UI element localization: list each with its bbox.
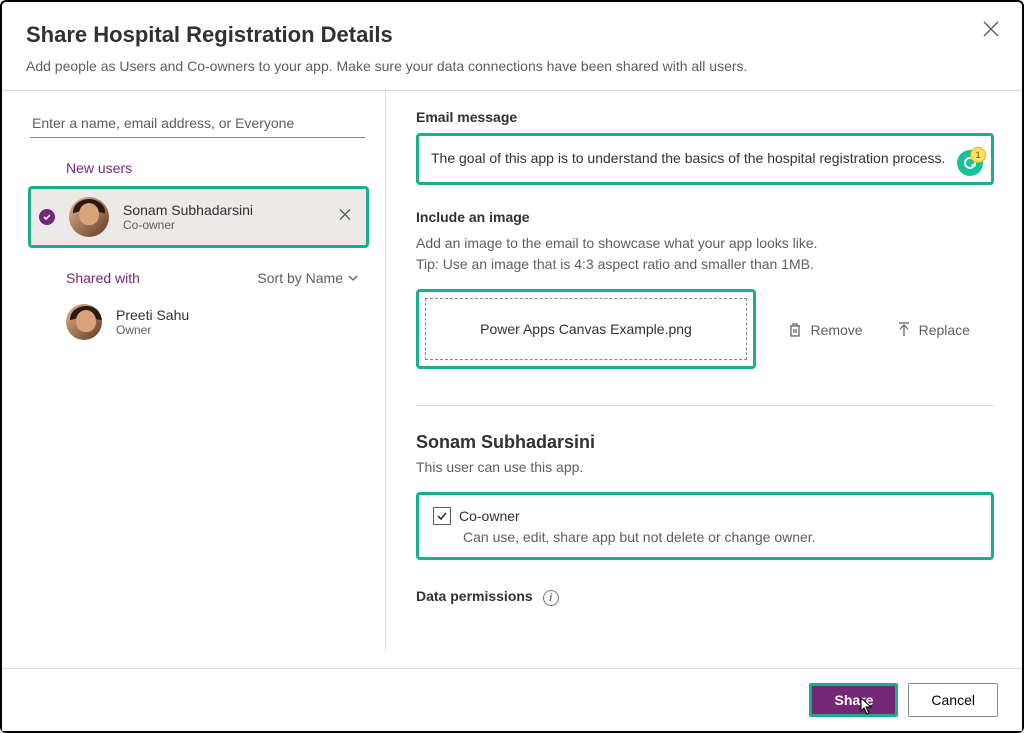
shared-with-row: Shared with Sort by Name [66, 270, 359, 286]
include-image-label: Include an image [416, 209, 994, 225]
email-message-text: The goal of this app is to understand th… [431, 150, 945, 166]
coowner-label: Co-owner [459, 508, 520, 524]
include-image-hint: Add an image to the email to showcase wh… [416, 233, 994, 275]
people-search-input[interactable] [30, 109, 365, 138]
avatar [66, 304, 102, 340]
user-name: Preeti Sahu [116, 307, 189, 323]
remove-user-button[interactable] [338, 208, 352, 227]
user-info: Sonam Subhadarsini Co-owner [123, 202, 253, 232]
right-panel: Email message The goal of this app is to… [386, 91, 1022, 651]
image-filename: Power Apps Canvas Example.png [480, 321, 692, 337]
selected-user-desc: This user can use this app. [416, 457, 994, 478]
share-button[interactable]: Share [809, 683, 898, 717]
owner-row[interactable]: Preeti Sahu Owner [66, 304, 369, 340]
user-role: Owner [116, 323, 189, 337]
new-users-label: New users [66, 160, 369, 176]
email-message-textarea[interactable]: The goal of this app is to understand th… [416, 133, 994, 185]
upload-icon [897, 322, 911, 338]
coowner-checkbox-row[interactable]: Co-owner [433, 507, 977, 525]
sort-dropdown[interactable]: Sort by Name [257, 270, 359, 286]
email-message-label: Email message [416, 109, 994, 125]
image-drop-wrapper: Power Apps Canvas Example.png [416, 289, 756, 369]
close-button[interactable] [982, 20, 1002, 40]
image-dropzone[interactable]: Power Apps Canvas Example.png [425, 298, 747, 360]
checkbox-checked-icon [433, 507, 451, 525]
sort-label-text: Sort by Name [257, 270, 343, 286]
coowner-description: Can use, edit, share app but not delete … [463, 529, 977, 545]
remove-image-button[interactable]: Remove [788, 322, 862, 338]
dialog-footer: Share Cancel [2, 668, 1022, 731]
dialog-body: New users Sonam Subhadarsini Co-owner Sh… [2, 91, 1022, 651]
info-icon[interactable]: i [543, 590, 559, 606]
replace-image-button[interactable]: Replace [897, 322, 970, 338]
grammarly-icon[interactable] [957, 150, 983, 176]
dialog-subtitle: Add people as Users and Co-owners to you… [26, 58, 998, 74]
user-info: Preeti Sahu Owner [116, 307, 189, 337]
dialog-header: Share Hospital Registration Details Add … [2, 2, 1022, 91]
shared-with-label: Shared with [66, 270, 140, 286]
user-name: Sonam Subhadarsini [123, 202, 253, 218]
left-panel: New users Sonam Subhadarsini Co-owner Sh… [2, 91, 386, 651]
coowner-permission-box: Co-owner Can use, edit, share app but no… [416, 492, 994, 560]
selected-user-heading: Sonam Subhadarsini [416, 432, 994, 453]
chevron-down-icon [347, 272, 359, 284]
trash-icon [788, 322, 802, 338]
user-role: Co-owner [123, 218, 253, 232]
divider [416, 405, 994, 406]
new-user-card[interactable]: Sonam Subhadarsini Co-owner [28, 186, 369, 248]
close-icon [338, 208, 352, 222]
close-icon [982, 20, 1000, 38]
selected-check-icon [39, 209, 55, 225]
cancel-button[interactable]: Cancel [908, 683, 998, 717]
image-actions: Remove Replace [788, 322, 970, 338]
data-permissions-label: Data permissions i [416, 588, 994, 606]
dialog-title: Share Hospital Registration Details [26, 22, 998, 48]
avatar [69, 197, 109, 237]
